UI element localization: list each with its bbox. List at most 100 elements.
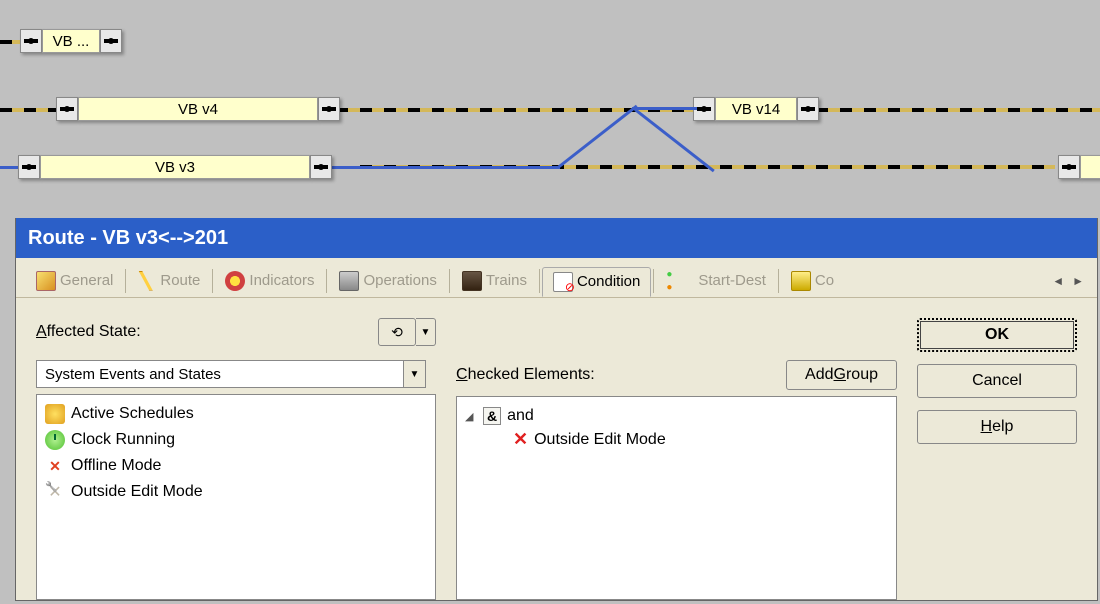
left-column: Affected State: ⟲ ▼ System Events and St… xyxy=(36,318,436,600)
dialog-content: Affected State: ⟲ ▼ System Events and St… xyxy=(16,298,1097,600)
ok-button[interactable]: OK xyxy=(917,318,1077,352)
separator xyxy=(125,269,126,293)
separator xyxy=(539,269,540,293)
checked-elements-label: Checked Elements: xyxy=(456,366,595,384)
track-block[interactable]: VB ... xyxy=(42,29,100,53)
states-listbox[interactable]: Active Schedules Clock Running Offline M… xyxy=(36,394,436,600)
offline-icon xyxy=(45,456,65,476)
list-item[interactable]: Offline Mode xyxy=(45,453,427,479)
tab-general[interactable]: General xyxy=(26,267,123,295)
condition-icon xyxy=(553,272,573,292)
separator xyxy=(449,269,450,293)
route-icon xyxy=(138,271,156,291)
tree-node-and[interactable]: ◢ & and xyxy=(465,405,888,427)
tab-label: Route xyxy=(160,272,200,289)
trains-icon xyxy=(462,271,482,291)
tab-label: Co xyxy=(815,272,834,289)
tab-scroll: ◄ ► xyxy=(1049,274,1087,288)
btn-text: Cancel xyxy=(972,372,1022,390)
chevron-down-icon[interactable]: ▼ xyxy=(403,361,425,387)
middle-column: Checked Elements: Add Group ◢ & and ✕ Ou… xyxy=(456,318,897,600)
connector-icon xyxy=(18,155,40,179)
separator xyxy=(778,269,779,293)
tab-scroll-right[interactable]: ► xyxy=(1069,274,1087,288)
indicators-icon xyxy=(225,271,245,291)
btn-text: G xyxy=(834,366,846,384)
connector-icon xyxy=(797,97,819,121)
combo-value: System Events and States xyxy=(37,366,403,383)
tab-co[interactable]: Co xyxy=(781,267,844,295)
track-segment-active xyxy=(632,107,697,110)
affected-state-row: Affected State: ⟲ ▼ xyxy=(36,318,436,346)
separator xyxy=(326,269,327,293)
list-item-label: Active Schedules xyxy=(71,405,194,423)
track-switch xyxy=(557,105,638,169)
clock-icon xyxy=(45,430,65,450)
track-block[interactable]: VB v14 xyxy=(715,97,797,121)
btn-text: elp xyxy=(992,418,1013,436)
tab-label: Start-Dest xyxy=(698,272,766,289)
tree-node-label: and xyxy=(507,407,534,425)
btn-text: roup xyxy=(846,366,878,384)
connector-icon xyxy=(100,29,122,53)
list-item[interactable]: Clock Running xyxy=(45,427,427,453)
tab-trains[interactable]: Trains xyxy=(452,267,537,295)
list-item-label: Clock Running xyxy=(71,431,175,449)
block-label: VB v14 xyxy=(732,101,780,118)
edit-icon xyxy=(791,271,811,291)
tab-indicators[interactable]: Indicators xyxy=(215,267,324,295)
dialog-titlebar: Route - VB v3<-->201 xyxy=(16,218,1097,258)
track-diagram: VB ... VB v4 VB v14 VB v3 xyxy=(0,0,1100,220)
block-label: VB v3 xyxy=(155,159,195,176)
tree-node-label: Outside Edit Mode xyxy=(534,431,666,449)
btn-text: Add xyxy=(805,366,833,384)
btn-text: OK xyxy=(985,326,1009,344)
tab-label: Condition xyxy=(577,273,640,290)
tab-start-dest[interactable]: Start-Dest xyxy=(656,267,776,295)
connector-icon xyxy=(318,97,340,121)
list-item[interactable]: Outside Edit Mode xyxy=(45,479,427,505)
tab-operations[interactable]: Operations xyxy=(329,267,446,295)
tab-label: Indicators xyxy=(249,272,314,289)
track-block[interactable]: VB v3 xyxy=(40,155,310,179)
and-operator-icon: & xyxy=(483,407,501,425)
separator xyxy=(212,269,213,293)
connector-icon xyxy=(56,97,78,121)
x-icon: ✕ xyxy=(513,429,528,450)
operations-icon xyxy=(339,271,359,291)
list-item[interactable]: Active Schedules xyxy=(45,401,427,427)
track-block[interactable] xyxy=(1080,155,1100,179)
help-button[interactable]: Help xyxy=(917,410,1077,444)
tab-scroll-left[interactable]: ◄ xyxy=(1049,274,1067,288)
collapse-icon[interactable]: ◢ xyxy=(465,410,477,423)
block-label: VB v4 xyxy=(178,101,218,118)
btn-text: H xyxy=(981,418,993,436)
state-action-button[interactable]: ⟲ xyxy=(378,318,416,346)
tab-label: General xyxy=(60,272,113,289)
general-icon xyxy=(36,271,56,291)
cancel-button[interactable]: Cancel xyxy=(917,364,1077,398)
route-dialog: Route - VB v3<-->201 General Route Indic… xyxy=(15,218,1098,601)
separator xyxy=(653,269,654,293)
tab-bar: General Route Indicators Operations Trai… xyxy=(16,258,1097,298)
state-action-dropdown[interactable]: ▼ xyxy=(416,318,436,346)
outside-edit-icon xyxy=(45,482,65,502)
connector-icon xyxy=(1058,155,1080,179)
events-combo[interactable]: System Events and States ▼ xyxy=(36,360,426,388)
track-block[interactable]: VB v4 xyxy=(78,97,318,121)
tab-label: Trains xyxy=(486,272,527,289)
connector-icon xyxy=(310,155,332,179)
add-group-button[interactable]: Add Group xyxy=(786,360,897,390)
connector-icon xyxy=(20,29,42,53)
tree-node-item[interactable]: ✕ Outside Edit Mode xyxy=(465,427,888,452)
tab-condition[interactable]: Condition xyxy=(542,267,651,297)
checked-elements-header: Checked Elements: Add Group xyxy=(456,360,897,390)
dialog-title: Route - VB v3<-->201 xyxy=(28,227,228,250)
tab-label: Operations xyxy=(363,272,436,289)
right-column: OK Cancel Help xyxy=(917,318,1077,600)
conditions-tree[interactable]: ◢ & and ✕ Outside Edit Mode xyxy=(456,396,897,600)
affected-state-label: Affected State: xyxy=(36,323,378,341)
tab-route[interactable]: Route xyxy=(128,267,210,295)
block-label: VB ... xyxy=(53,33,90,50)
track-segment-active xyxy=(340,166,560,169)
